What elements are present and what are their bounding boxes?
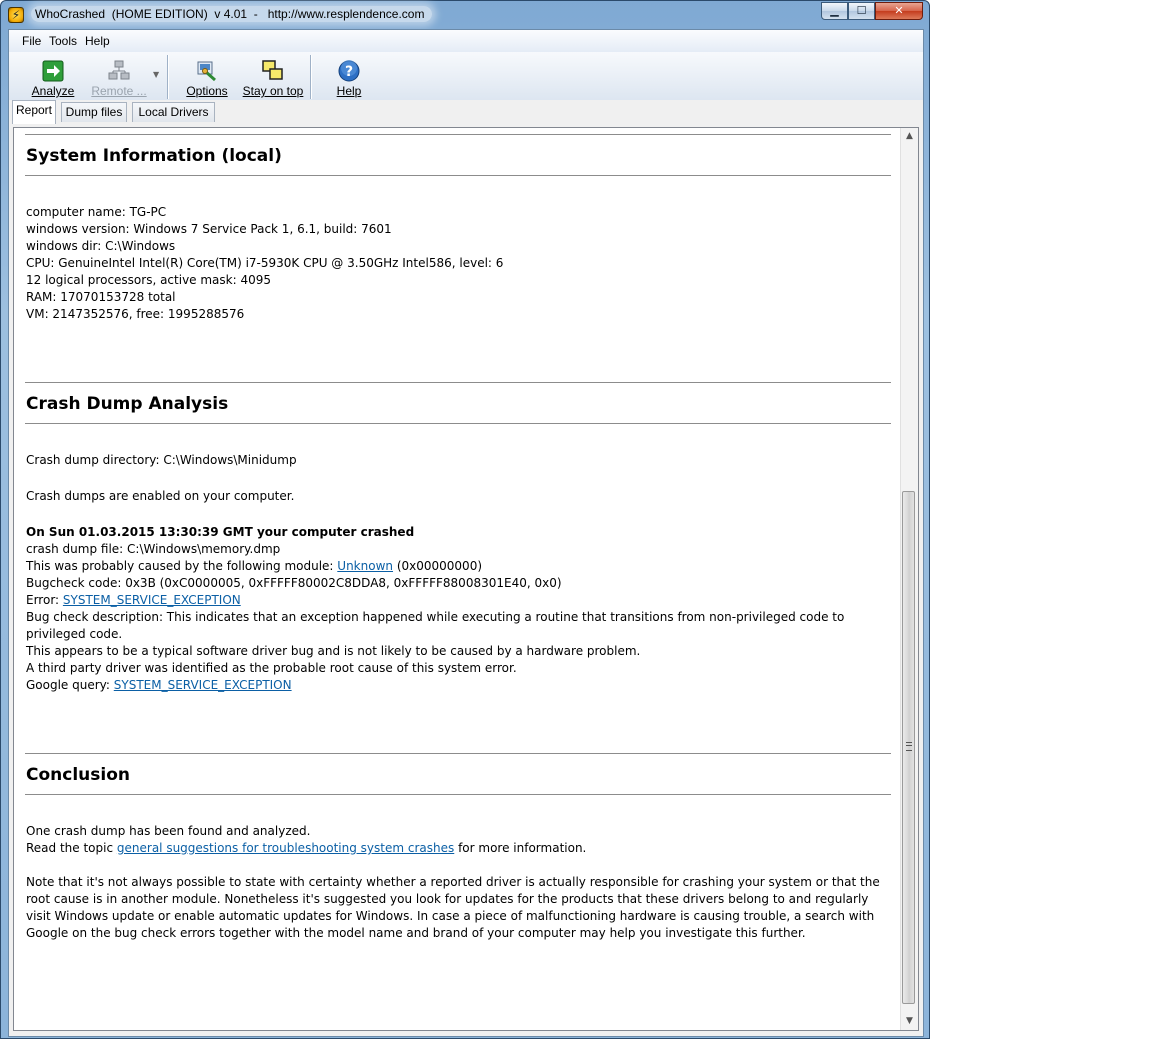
network-computers-icon <box>108 60 130 80</box>
tab-strip: Report Dump files Local Drivers <box>9 100 923 124</box>
help-label: Help <box>336 84 362 98</box>
remote-button[interactable]: Remote ... <box>89 56 149 98</box>
minimize-button[interactable]: ▁ <box>821 2 848 20</box>
crash-typical: This appears to be a typical software dr… <box>26 644 641 658</box>
toolbar: Analyze Remote ... ▼ Options Stay on top… <box>9 52 923 101</box>
close-button[interactable]: ✕ <box>875 2 923 20</box>
title-bar[interactable]: ⚡ WhoCrashed (HOME EDITION) v 4.01 - htt… <box>1 1 929 29</box>
conclusion-topic: Read the topic general suggestions for t… <box>26 840 892 857</box>
sysinfo-line: 12 logical processors, active mask: 4095 <box>26 273 272 287</box>
scroll-up-icon[interactable]: ▲ <box>901 128 918 145</box>
report-content: System Information (local) computer name… <box>14 128 900 1030</box>
crash-event-title: On Sun 01.03.2015 13:30:39 GMT your comp… <box>26 525 415 539</box>
google-prefix: Google query: <box>26 678 114 692</box>
scroll-thumb[interactable] <box>902 491 915 1004</box>
sysinfo-line: windows version: Windows 7 Service Pack … <box>26 222 392 236</box>
crash-google-query: Google query: SYSTEM_SERVICE_EXCEPTION <box>26 677 892 694</box>
sysinfo-line: computer name: TG-PC <box>26 205 167 219</box>
menu-bar: File Tools Help <box>9 30 923 53</box>
tab-report[interactable]: Report <box>12 100 56 124</box>
error-prefix: Error: <box>26 593 63 607</box>
divider <box>25 753 891 754</box>
module-prefix: This was probably caused by the followin… <box>26 559 338 573</box>
sysinfo-line: VM: 2147352576, free: 1995288576 <box>26 307 245 321</box>
help-button[interactable]: ? Help <box>325 56 373 98</box>
menu-help[interactable]: Help <box>85 34 110 48</box>
svg-text:?: ? <box>345 64 353 80</box>
help-question-icon: ? <box>338 60 360 82</box>
menu-tools[interactable]: Tools <box>49 34 77 48</box>
analyze-button[interactable]: Analyze <box>29 56 77 98</box>
topic-prefix: Read the topic <box>26 841 117 855</box>
sysinfo-heading: System Information (local) <box>26 146 282 166</box>
app-window: ⚡ WhoCrashed (HOME EDITION) v 4.01 - htt… <box>0 0 930 1039</box>
toolbar-separator <box>310 55 312 99</box>
sysinfo-line: windows dir: C:\Windows <box>26 239 176 253</box>
crash-heading: Crash Dump Analysis <box>26 394 229 414</box>
divider <box>25 175 891 176</box>
crash-enabled: Crash dumps are enabled on your computer… <box>26 489 295 503</box>
sysinfo-line: RAM: 17070153728 total <box>26 290 176 304</box>
conclusion-note: Note that it's not always possible to st… <box>26 875 880 940</box>
analyze-label: Analyze <box>31 84 75 98</box>
stay-on-top-label: Stay on top <box>242 84 304 98</box>
vertical-scrollbar[interactable]: ▲ ▼ <box>900 128 918 1030</box>
report-panel: System Information (local) computer name… <box>13 127 919 1031</box>
conclusion-heading: Conclusion <box>26 765 130 785</box>
sysinfo-line: CPU: GenuineIntel Intel(R) Core(TM) i7-5… <box>26 256 504 270</box>
options-button[interactable]: Options <box>183 56 231 98</box>
crash-description: Bug check description: This indicates th… <box>26 610 845 641</box>
stay-on-top-button[interactable]: Stay on top <box>241 56 305 98</box>
crash-bugcheck: Bugcheck code: 0x3B (0xC0000005, 0xFFFFF… <box>26 576 562 590</box>
options-icon <box>197 61 216 82</box>
client-area: File Tools Help Analyze Remote ... ▼ Opt… <box>8 29 924 1037</box>
lightning-icon: ⚡ <box>8 7 24 23</box>
green-arrow-icon <box>42 60 64 82</box>
windows-stack-icon <box>262 60 283 80</box>
toolbar-separator <box>167 55 169 99</box>
divider <box>25 134 891 135</box>
grip-icon <box>906 742 912 751</box>
crash-error: Error: SYSTEM_SERVICE_EXCEPTION <box>26 592 892 609</box>
crash-module: This was probably caused by the followin… <box>26 558 892 575</box>
remote-label: Remote ... <box>91 84 147 98</box>
error-link[interactable]: SYSTEM_SERVICE_EXCEPTION <box>63 593 241 607</box>
tab-local-drivers[interactable]: Local Drivers <box>132 102 215 122</box>
maximize-button[interactable]: ☐ <box>848 2 875 20</box>
tab-dump-files[interactable]: Dump files <box>61 102 127 122</box>
scroll-down-icon[interactable]: ▼ <box>901 1013 918 1030</box>
divider <box>25 794 891 795</box>
topic-link[interactable]: general suggestions for troubleshooting … <box>117 841 454 855</box>
options-label: Options <box>186 84 228 98</box>
topic-suffix: for more information. <box>454 841 587 855</box>
divider <box>25 382 891 383</box>
crash-third-party: A third party driver was identified as t… <box>26 661 517 675</box>
window-title: WhoCrashed (HOME EDITION) v 4.01 - http:… <box>31 6 433 22</box>
google-link[interactable]: SYSTEM_SERVICE_EXCEPTION <box>114 678 292 692</box>
crash-dir: Crash dump directory: C:\Windows\Minidum… <box>26 453 297 467</box>
menu-file[interactable]: File <box>22 34 41 48</box>
crash-dump-file: crash dump file: C:\Windows\memory.dmp <box>26 542 281 556</box>
conclusion-found: One crash dump has been found and analyz… <box>26 824 311 838</box>
remote-dropdown-icon[interactable]: ▼ <box>153 70 159 79</box>
divider <box>25 423 891 424</box>
module-suffix: (0x00000000) <box>393 559 483 573</box>
module-link[interactable]: Unknown <box>337 559 393 573</box>
